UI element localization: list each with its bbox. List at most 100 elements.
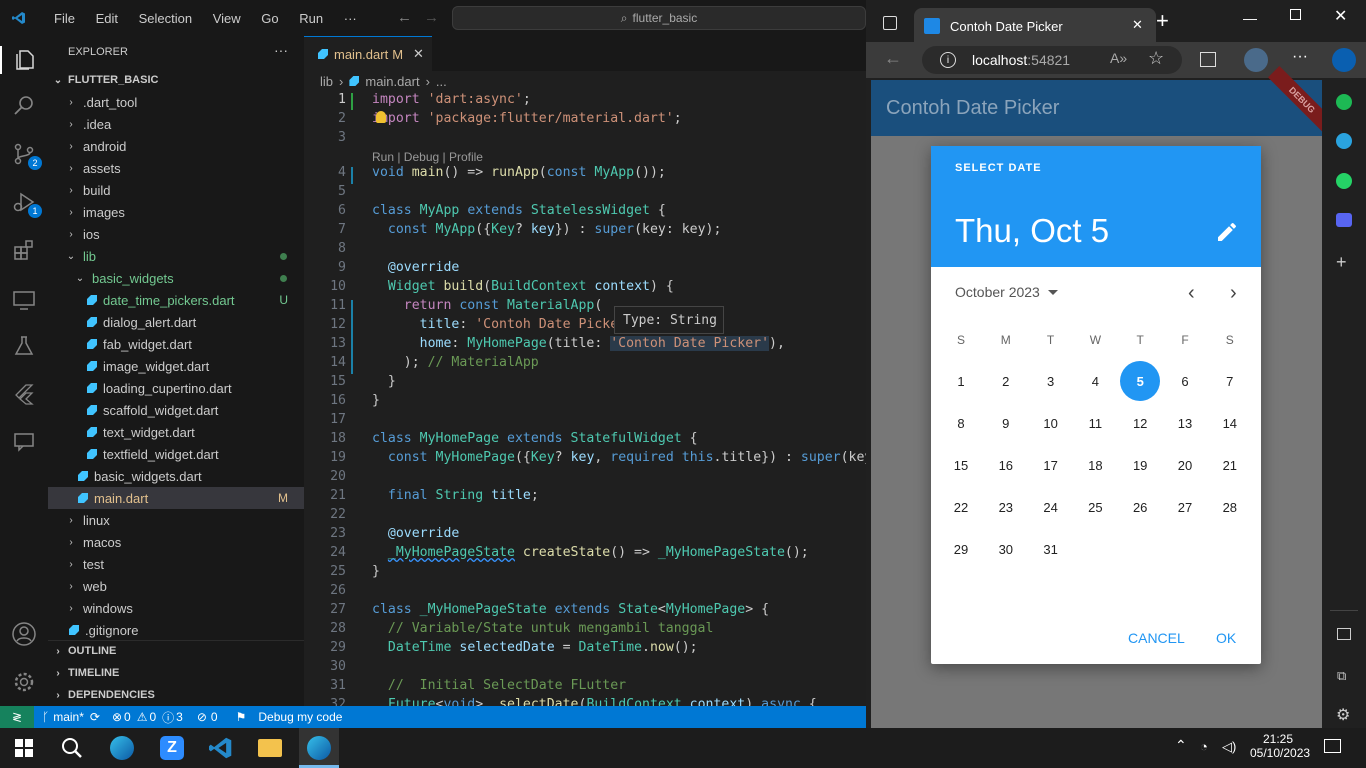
close-tab-icon[interactable]: ✕ — [1132, 17, 1143, 33]
flutter-icon[interactable] — [10, 380, 38, 408]
tree-item[interactable]: › build — [48, 179, 304, 201]
calendar-day[interactable]: 25 — [1075, 487, 1115, 527]
calendar-day[interactable]: 18 — [1075, 445, 1115, 485]
calendar-day[interactable]: 17 — [1031, 445, 1071, 485]
debug-status[interactable]: Debug my code — [258, 710, 342, 724]
info-count[interactable]: 3 — [176, 710, 183, 724]
favorite-star-icon[interactable]: ☆ — [1148, 48, 1164, 69]
tree-item[interactable]: › ios — [48, 223, 304, 245]
warning-count[interactable]: 0 — [149, 710, 156, 724]
tree-item[interactable]: › windows — [48, 597, 304, 619]
calendar-day[interactable]: 30 — [986, 529, 1026, 569]
tree-item[interactable]: loading_cupertino.dart — [48, 377, 304, 399]
whatsapp-icon[interactable] — [1336, 173, 1352, 189]
tree-item[interactable]: › macos — [48, 531, 304, 553]
tree-item[interactable]: › .idea — [48, 113, 304, 135]
comments-icon[interactable] — [10, 428, 38, 456]
error-count[interactable]: 0 — [124, 710, 131, 724]
edge-taskbar-icon[interactable] — [102, 728, 142, 768]
calendar-day[interactable]: 31 — [1031, 529, 1071, 569]
tree-item[interactable]: dialog_alert.dart — [48, 311, 304, 333]
menu-edit[interactable]: Edit — [96, 11, 118, 26]
calendar-day[interactable]: 8 — [941, 403, 981, 443]
notification-icon[interactable] — [1324, 739, 1341, 753]
tree-item[interactable]: › images — [48, 201, 304, 223]
tree-item[interactable]: main.dart M — [48, 487, 304, 509]
calendar-day[interactable]: 27 — [1165, 487, 1205, 527]
tree-item[interactable]: › android — [48, 135, 304, 157]
tree-item[interactable]: image_widget.dart — [48, 355, 304, 377]
outline-section[interactable]: › OUTLINE — [48, 640, 304, 662]
tree-item[interactable]: date_time_pickers.dart U — [48, 289, 304, 311]
tree-item[interactable]: › web — [48, 575, 304, 597]
remote-explorer-icon[interactable] — [10, 286, 38, 314]
calendar-day[interactable]: 12 — [1120, 403, 1160, 443]
settings-gear-icon[interactable] — [10, 668, 38, 696]
explorer-icon[interactable] — [0, 46, 48, 74]
calendar-day[interactable]: 6 — [1165, 361, 1205, 401]
back-icon[interactable]: ← — [884, 48, 902, 69]
branch-name[interactable]: main* — [53, 710, 84, 724]
calendar-day[interactable]: 29 — [941, 529, 981, 569]
calendar-day[interactable]: 2 — [986, 361, 1026, 401]
project-root[interactable]: ⌄ FLUTTER_BASIC — [48, 69, 304, 91]
timeline-section[interactable]: › TIMELINE — [48, 662, 304, 684]
calendar-day[interactable]: 16 — [986, 445, 1026, 485]
tree-item[interactable]: basic_widgets.dart — [48, 465, 304, 487]
calendar-day[interactable]: 7 — [1210, 361, 1250, 401]
wifi-icon[interactable]: ◔ — [1200, 739, 1208, 754]
sidebar-settings-icon[interactable]: ⚙ — [1336, 705, 1350, 725]
calendar-day-selected[interactable]: 5 — [1120, 361, 1161, 401]
forward-arrow-icon[interactable]: → — [424, 9, 439, 26]
calendar-day[interactable]: 26 — [1120, 487, 1160, 527]
breadcrumb-lib[interactable]: lib — [320, 74, 333, 89]
taskbar-search-icon[interactable] — [52, 728, 92, 768]
close-window-icon[interactable]: ✕ — [1334, 6, 1347, 26]
sync-icon[interactable]: ⟳ — [90, 710, 100, 724]
tray-chevron-icon[interactable]: ⌃ — [1175, 737, 1187, 754]
open-external-icon[interactable]: ⧉ — [1337, 668, 1346, 684]
calendar-day[interactable]: 22 — [941, 487, 981, 527]
tree-item[interactable]: › linux — [48, 509, 304, 531]
calendar-day[interactable]: 20 — [1165, 445, 1205, 485]
run-debug-icon[interactable]: 1 — [10, 188, 42, 218]
minimize-icon[interactable]: — — [1243, 10, 1257, 26]
tree-item[interactable]: textfield_widget.dart — [48, 443, 304, 465]
calendar-day[interactable]: 19 — [1120, 445, 1160, 485]
calendar-day[interactable]: 3 — [1031, 361, 1071, 401]
calendar-day[interactable]: 11 — [1075, 403, 1115, 443]
codelens-run-debug[interactable]: Run | Debug | Profile — [372, 150, 483, 164]
search-view-icon[interactable] — [10, 92, 38, 120]
menu-run[interactable]: Run — [299, 11, 323, 26]
discord-icon[interactable] — [1336, 213, 1352, 227]
menu-view[interactable]: View — [213, 11, 241, 26]
edge-active-taskbar-icon[interactable] — [299, 728, 339, 768]
tree-item[interactable]: ⌄ basic_widgets — [48, 267, 304, 289]
source-control-icon[interactable]: 2 — [10, 140, 42, 170]
maximize-icon[interactable] — [1290, 9, 1301, 20]
command-center-search[interactable]: ⌕ flutter_basic — [452, 6, 866, 30]
split-screen-icon[interactable] — [1200, 52, 1216, 67]
menu-file[interactable]: File — [54, 11, 75, 26]
address-bar[interactable]: i localhost:54821 A» ☆ — [922, 46, 1182, 74]
hide-sidebar-icon[interactable] — [1337, 628, 1351, 640]
menu-selection[interactable]: Selection — [139, 11, 192, 26]
remote-icon[interactable]: ≷ — [0, 706, 34, 728]
copilot-icon[interactable] — [1332, 48, 1356, 72]
menu-more[interactable]: ··· — [344, 11, 357, 26]
tree-item[interactable]: › .dart_tool — [48, 91, 304, 113]
profile-avatar[interactable] — [1244, 48, 1268, 72]
explorer-more-icon[interactable]: ··· — [274, 42, 288, 58]
testing-icon[interactable] — [10, 332, 38, 360]
calendar-day[interactable]: 23 — [986, 487, 1026, 527]
tree-item[interactable]: › assets — [48, 157, 304, 179]
tree-item[interactable]: scaffold_widget.dart — [48, 399, 304, 421]
add-app-icon[interactable]: + — [1336, 252, 1347, 273]
tree-item[interactable]: text_widget.dart — [48, 421, 304, 443]
dependencies-section[interactable]: › DEPENDENCIES — [48, 684, 304, 706]
close-icon[interactable]: ✕ — [413, 46, 424, 62]
calendar-day[interactable]: 1 — [941, 361, 981, 401]
tree-item[interactable]: ⌄ lib — [48, 245, 304, 267]
spotify-icon[interactable] — [1336, 94, 1352, 110]
calendar-day[interactable]: 21 — [1210, 445, 1250, 485]
